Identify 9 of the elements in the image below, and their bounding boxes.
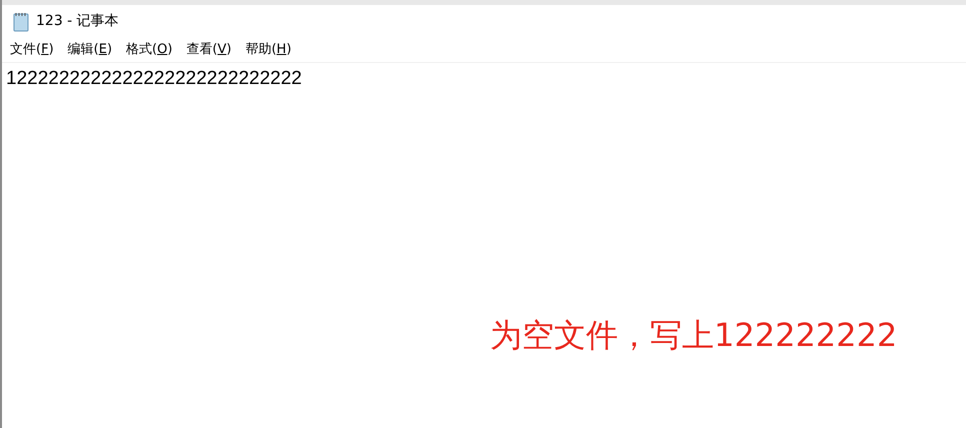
notepad-icon: [12, 12, 30, 32]
menu-item[interactable]: 格式(O): [126, 40, 172, 60]
menu-item[interactable]: 文件(F): [10, 40, 54, 60]
window-title: 123 - 记事本: [36, 12, 119, 31]
text-area[interactable]: 1222222222222222222222222222: [2, 63, 966, 94]
menu-item[interactable]: 编辑(E): [68, 40, 112, 60]
annotation-text: 为空文件，写上122222222: [490, 315, 898, 356]
menu-item[interactable]: 查看(V): [186, 40, 232, 60]
menu-item[interactable]: 帮助(H): [245, 40, 292, 60]
